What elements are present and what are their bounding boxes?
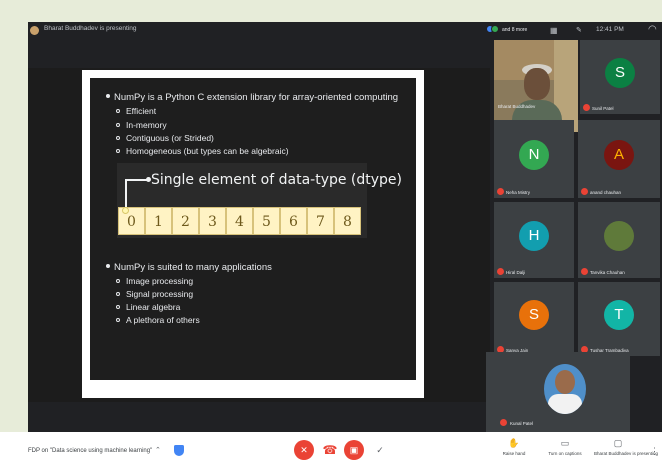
participant-tile[interactable]: N Neha Mistry (494, 120, 574, 198)
slide-sub-item: Homogeneous (but types can be algebraic) (116, 146, 289, 156)
presenter-video-name: Bharat Buddhadev (498, 104, 536, 109)
captions-icon: ▭ (560, 438, 570, 448)
end-call-button[interactable]: ☎ (320, 440, 340, 460)
more-options-button[interactable]: ✓ (370, 440, 390, 460)
slide-sub-item: Efficient (116, 106, 156, 116)
array-cell: 6 (280, 207, 307, 235)
self-video-photo (544, 364, 586, 414)
participant-name: Sunil Patel (592, 106, 614, 111)
captions-button[interactable]: ▭ Turn on captions (541, 438, 589, 456)
presenting-button[interactable]: ▢ Bharat Buddhadev is presenting (594, 438, 659, 456)
ring-bullet-icon (116, 278, 120, 283)
minimize-icon[interactable]: ◠ (648, 24, 657, 35)
presenter-video-tile[interactable] (494, 40, 578, 132)
camera-off-icon: ▣ (349, 445, 359, 455)
self-video-face (555, 370, 575, 394)
mic-off-icon (581, 268, 588, 275)
mic-toggle-button[interactable]: ✕ (294, 440, 314, 460)
participant-tile[interactable]: Tanvika Chauhan (578, 202, 660, 278)
dtype-label: Single element of data-type (dtype) (151, 172, 403, 188)
participant-avatar: S (605, 58, 635, 88)
participant-avatar: A (604, 140, 634, 170)
pointer-arrow-head (146, 177, 151, 182)
mic-off-icon (500, 419, 507, 426)
participant-avatar: S (519, 300, 549, 330)
participant-avatars-icon (486, 25, 500, 35)
participant-photo-avatar (604, 221, 634, 251)
shield-icon[interactable] (174, 445, 184, 456)
participants-more-text: and 8 more (502, 27, 528, 33)
pin-icon[interactable]: ✎ (576, 26, 582, 34)
presenter-avatar (30, 26, 39, 35)
array-cell: 2 (172, 207, 199, 235)
self-video-shirt (548, 394, 582, 414)
ring-bullet-icon (116, 148, 120, 153)
participant-tile[interactable]: S Sunil Patel (580, 40, 660, 114)
raise-hand-label: Raise hand (502, 451, 526, 456)
ring-bullet-icon (116, 291, 120, 296)
participants-chip[interactable]: and 8 more (486, 24, 544, 38)
layout-grid-icon[interactable]: ▦ (550, 26, 558, 35)
array-cell: 7 (307, 207, 334, 235)
camera-toggle-button[interactable]: ▣ (344, 440, 364, 460)
array-cell: 8 (334, 207, 361, 235)
slide-sub-item: Contiguous (or Strided) (116, 133, 214, 143)
captions-label: Turn on captions (548, 451, 582, 456)
end-call-icon: ☎ (322, 443, 338, 457)
presenter-bar: Bharat Buddhadev is presenting (28, 22, 488, 40)
ring-bullet-icon (116, 135, 120, 140)
participant-tile[interactable]: H Hiral Dalji (494, 202, 574, 278)
participant-name: anand chauhan (590, 190, 622, 195)
participant-tile[interactable]: S Sanya Jain (494, 282, 574, 356)
presenter-status-text: Bharat Buddhadev is presenting (44, 25, 137, 32)
participant-avatar: T (604, 300, 634, 330)
array-cell: 5 (253, 207, 280, 235)
video-person-head (524, 68, 550, 100)
mic-off-icon (497, 268, 504, 275)
slide-sub-item: Signal processing (116, 289, 193, 299)
slide-sub-item: Linear algebra (116, 302, 180, 312)
meeting-title[interactable]: FDP on "Data science using machine learn… (28, 448, 152, 454)
clock-text: 12:41 PM (596, 26, 624, 33)
slide-bullet-1: NumPy is a Python C extension library fo… (106, 92, 398, 103)
ring-bullet-icon (116, 122, 120, 127)
slide-sub-item: In-memory (116, 120, 167, 130)
presenting-label: Bharat Buddhadev is presenting (594, 451, 659, 456)
ring-bullet-icon (116, 304, 120, 309)
array-cells: 0 1 2 3 4 5 6 7 8 (118, 207, 364, 235)
participant-name: Hiral Dalji (506, 270, 526, 275)
participant-avatar: H (519, 221, 549, 251)
array-cell: 1 (145, 207, 172, 235)
pointer-line-horizontal (125, 179, 148, 181)
present-icon: ▢ (613, 438, 623, 448)
bullet-dot-icon (106, 264, 110, 269)
participant-name: Neha Mistry (506, 190, 531, 195)
self-name: Kunal Patel (510, 421, 534, 426)
array-cell: 4 (226, 207, 253, 235)
pointer-line-vertical (125, 179, 127, 209)
mic-off-icon (497, 188, 504, 195)
participant-name: Tanvika Chauhan (590, 270, 625, 275)
pointer-origin-dot (122, 207, 129, 214)
ring-bullet-icon (116, 317, 120, 322)
array-cell: 3 (199, 207, 226, 235)
participant-avatar: N (519, 140, 549, 170)
participant-tile[interactable]: T Tushar Trambadiya (578, 282, 660, 356)
raise-hand-button[interactable]: ✋ Raise hand (490, 438, 538, 456)
mic-off-icon (583, 104, 590, 111)
more-vertical-icon[interactable]: ⋮ (650, 446, 659, 457)
ring-bullet-icon (116, 108, 120, 113)
participant-tile[interactable]: A anand chauhan (578, 120, 660, 198)
self-video-tile[interactable]: Kunal Patel (486, 352, 630, 432)
slide-bullet-2: NumPy is suited to many applications (106, 262, 272, 273)
slide-sub-item: A plethora of others (116, 315, 200, 325)
check-icon: ✓ (376, 445, 384, 455)
mic-off-icon: ✕ (300, 445, 308, 455)
hand-icon: ✋ (508, 438, 520, 448)
chevron-up-icon[interactable]: ⌃ (155, 446, 161, 454)
slide-sub-item: Image processing (116, 276, 193, 286)
mic-off-icon (581, 188, 588, 195)
bullet-dot-icon (106, 94, 110, 99)
